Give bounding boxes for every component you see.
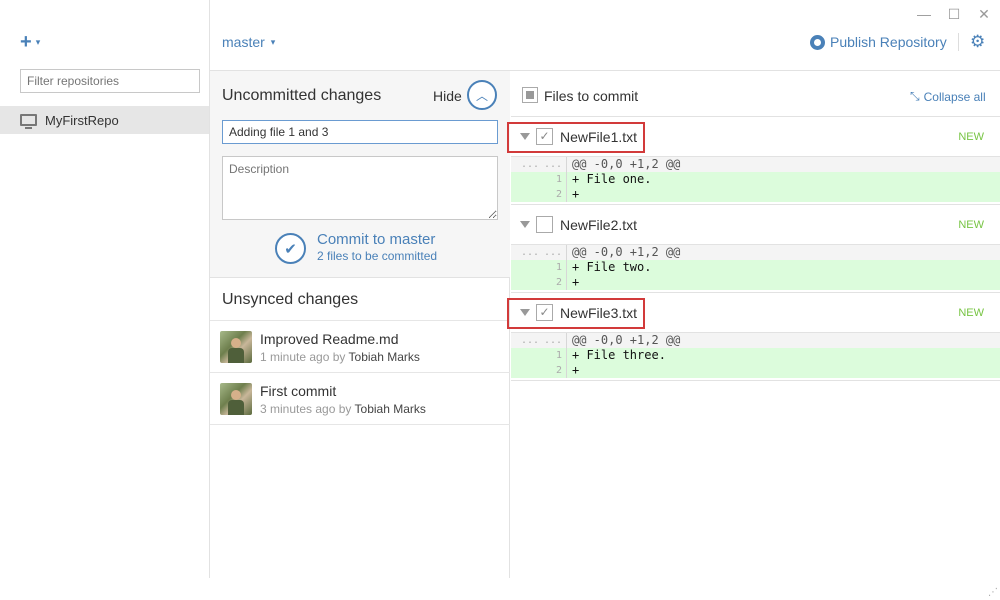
files-to-commit-header: Files to commit ⤡ Collapse all bbox=[511, 71, 1000, 117]
diff-added-line: 2 + bbox=[511, 187, 1000, 202]
line-number-old: ... bbox=[520, 247, 539, 258]
commit-title: Improved Readme.md bbox=[260, 331, 399, 347]
diff-hunk-header: ... ... @@ -0,0 +1,2 @@ bbox=[511, 245, 1000, 260]
divider bbox=[210, 424, 510, 425]
files-to-commit-label: Files to commit bbox=[544, 88, 639, 104]
select-all-checkbox[interactable] bbox=[522, 87, 538, 103]
repo-name: MyFirstRepo bbox=[45, 112, 119, 128]
commit-time: 1 minute ago by bbox=[260, 350, 346, 364]
changes-panel: Uncommitted changes Hide ︿ ✔ Commit to m… bbox=[210, 71, 510, 578]
divider bbox=[511, 380, 1000, 381]
publish-label: Publish Repository bbox=[830, 34, 947, 50]
diff-added-line: 1 + File three. bbox=[511, 348, 1000, 363]
file-name: NewFile2.txt bbox=[560, 217, 638, 233]
repo-item-myfirstrepo[interactable]: MyFirstRepo bbox=[0, 106, 209, 134]
new-badge: NEW bbox=[958, 131, 984, 143]
divider bbox=[511, 204, 1000, 205]
diff-view: ... ... @@ -0,0 +1,2 @@ 1 + File one. 2 … bbox=[511, 157, 1000, 202]
collapse-all-label: Collapse all bbox=[923, 89, 986, 104]
diff-added-line: 1 + File two. bbox=[511, 260, 1000, 275]
branch-name: master bbox=[222, 34, 265, 50]
line-text: + File one. bbox=[572, 172, 652, 186]
commit-meta: 1 minute ago by Tobiah Marks bbox=[260, 350, 420, 364]
github-icon bbox=[810, 34, 825, 50]
collapse-icon: ⤡ bbox=[910, 89, 920, 103]
collapse-all-button[interactable]: ⤡ Collapse all bbox=[910, 89, 986, 104]
hunk-text: @@ -0,0 +1,2 @@ bbox=[572, 157, 681, 171]
gear-icon[interactable]: ⚙ bbox=[970, 32, 985, 52]
line-number-new: 2 bbox=[539, 187, 567, 202]
checkmark-icon[interactable]: ✔ bbox=[275, 233, 306, 264]
header-divider bbox=[958, 33, 959, 51]
line-number-new: 2 bbox=[539, 275, 567, 290]
commit-title: First commit bbox=[260, 383, 337, 399]
divider bbox=[511, 292, 1000, 293]
commit-time: 3 minutes ago by bbox=[260, 402, 352, 416]
diff-added-line: 1 + File one. bbox=[511, 172, 1000, 187]
commit-button[interactable]: Commit to master bbox=[317, 231, 435, 248]
file-header-newfile2[interactable]: NewFile2.txt NEW bbox=[511, 206, 1000, 244]
unsynced-title: Unsynced changes bbox=[222, 291, 359, 308]
diff-view: ... ... @@ -0,0 +1,2 @@ 1 + File two. 2 … bbox=[511, 245, 1000, 290]
minimize-icon[interactable]: — bbox=[916, 6, 932, 22]
commit-file-count: 2 files to be committed bbox=[317, 249, 438, 263]
diff-hunk-header: ... ... @@ -0,0 +1,2 @@ bbox=[511, 333, 1000, 348]
highlight-box bbox=[507, 298, 645, 329]
diff-view: ... ... @@ -0,0 +1,2 @@ 1 + File three. … bbox=[511, 333, 1000, 378]
chevron-down-icon: ▾ bbox=[35, 37, 41, 47]
line-number-new: ... bbox=[539, 157, 567, 172]
hunk-text: @@ -0,0 +1,2 @@ bbox=[572, 245, 681, 259]
commit-author: Tobiah Marks bbox=[354, 402, 426, 416]
plus-icon: + bbox=[20, 31, 32, 53]
filter-repositories-input[interactable] bbox=[20, 69, 200, 93]
commit-description-input[interactable] bbox=[222, 156, 498, 220]
line-text: + bbox=[572, 275, 580, 289]
line-number-new: ... bbox=[539, 245, 567, 260]
line-text: + bbox=[572, 187, 580, 201]
highlight-box bbox=[507, 122, 645, 153]
publish-repository-button[interactable]: Publish Repository bbox=[810, 34, 947, 50]
line-number-new: 2 bbox=[539, 363, 567, 378]
new-badge: NEW bbox=[958, 307, 984, 319]
line-number-new: 1 bbox=[539, 260, 567, 275]
line-text: + File two. bbox=[572, 260, 652, 274]
avatar bbox=[220, 383, 252, 415]
resize-grip-icon[interactable]: ⋰ bbox=[988, 587, 998, 598]
monitor-icon bbox=[20, 114, 37, 129]
commit-summary-input[interactable] bbox=[222, 120, 498, 144]
commit-author: Tobiah Marks bbox=[348, 350, 420, 364]
hunk-text: @@ -0,0 +1,2 @@ bbox=[572, 333, 681, 347]
line-text: + bbox=[572, 363, 580, 377]
chevron-down-icon: ▾ bbox=[270, 36, 276, 47]
branch-selector[interactable]: master ▾ bbox=[222, 34, 275, 50]
file-checkbox[interactable] bbox=[536, 216, 553, 233]
new-badge: NEW bbox=[958, 219, 984, 231]
commit-meta: 3 minutes ago by Tobiah Marks bbox=[260, 402, 426, 416]
add-repository-button[interactable]: + ▾ bbox=[20, 31, 41, 53]
expand-triangle-icon[interactable] bbox=[520, 221, 530, 228]
repository-sidebar: + ▾ MyFirstRepo bbox=[0, 0, 210, 578]
uncommitted-title: Uncommitted changes bbox=[222, 87, 382, 104]
commit-list-item[interactable]: Improved Readme.md 1 minute ago by Tobia… bbox=[210, 321, 510, 373]
line-number-old: ... bbox=[520, 159, 539, 170]
line-number-old: ... bbox=[520, 335, 539, 346]
line-number-new: ... bbox=[539, 333, 567, 348]
chevron-up-icon[interactable]: ︿ bbox=[467, 80, 497, 110]
line-text: + File three. bbox=[572, 348, 666, 362]
commit-list-item[interactable]: First commit 3 minutes ago by Tobiah Mar… bbox=[210, 373, 510, 425]
hide-label[interactable]: Hide bbox=[433, 88, 462, 104]
avatar bbox=[220, 331, 252, 363]
diff-hunk-header: ... ... @@ -0,0 +1,2 @@ bbox=[511, 157, 1000, 172]
line-number-new: 1 bbox=[539, 172, 567, 187]
close-icon[interactable]: ✕ bbox=[976, 6, 992, 23]
maximize-icon[interactable]: ☐ bbox=[946, 6, 962, 23]
uncommitted-section: Uncommitted changes Hide ︿ ✔ Commit to m… bbox=[210, 71, 510, 278]
diff-added-line: 2 + bbox=[511, 363, 1000, 378]
diff-added-line: 2 + bbox=[511, 275, 1000, 290]
line-number-new: 1 bbox=[539, 348, 567, 363]
